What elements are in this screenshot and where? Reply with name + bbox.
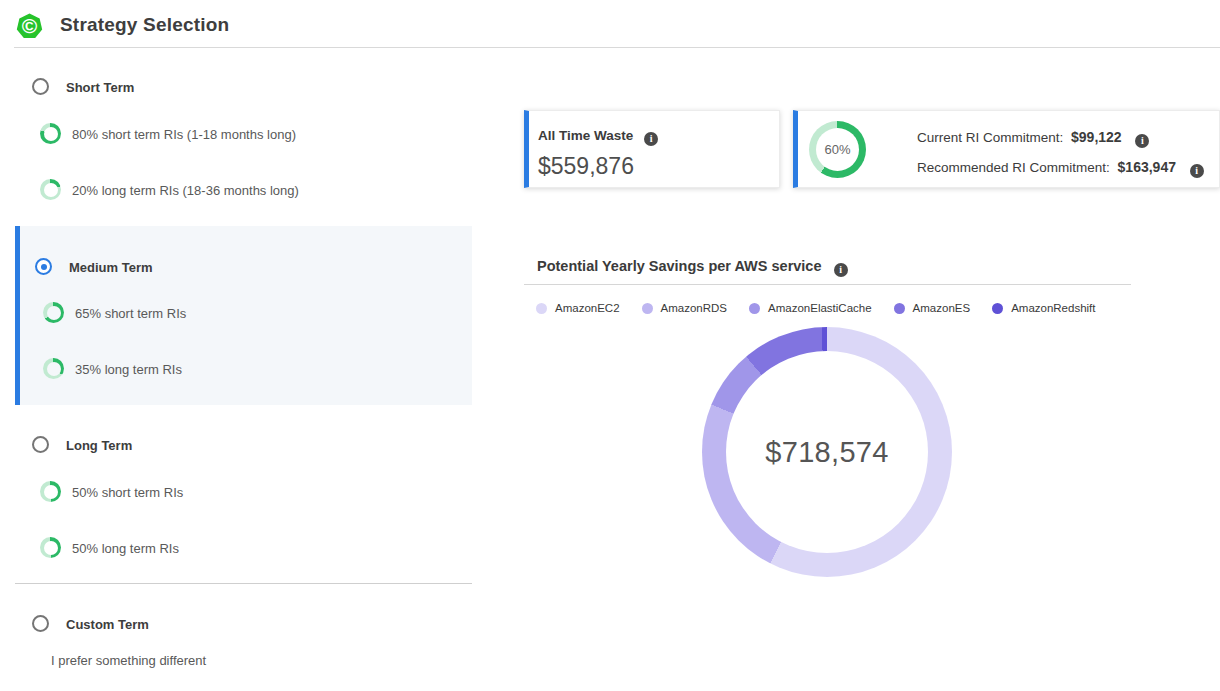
option-label-custom-term[interactable]: Custom Term <box>66 617 149 632</box>
radio-long-term[interactable] <box>32 436 49 453</box>
legend-dot-icon <box>749 303 760 314</box>
donut-center-value: $718,574 <box>702 327 952 577</box>
ratio-ring-icon <box>40 123 61 144</box>
legend-item[interactable]: AmazonEC2 <box>536 302 620 314</box>
commitment-gauge-label: 60% <box>809 142 866 157</box>
legend-label: AmazonES <box>913 302 971 314</box>
page-title: Strategy Selection <box>60 14 229 36</box>
donut-total: $718,574 <box>765 436 888 469</box>
ri-commitment-card: 60% Current RI Commitment: $99,122 i Rec… <box>793 110 1220 188</box>
sub-option-label: 50% short term RIs <box>72 485 183 500</box>
recommended-ri-commitment-row: Recommended RI Commitment: $163,947 i <box>917 159 1204 178</box>
header-divider <box>14 47 1220 48</box>
current-ri-commitment-row: Current RI Commitment: $99,122 i <box>917 129 1149 148</box>
all-time-waste-value: $559,876 <box>538 153 634 180</box>
ratio-ring-icon <box>40 179 61 200</box>
chart-title: Potential Yearly Savings per AWS service… <box>537 258 848 277</box>
sub-option-label: 20% long term RIs (18-36 months long) <box>72 183 299 198</box>
legend-dot-icon <box>992 303 1003 314</box>
strategy-selection-page: © Strategy Selection Short Term 80% shor… <box>0 0 1220 691</box>
info-icon[interactable]: i <box>1190 164 1204 178</box>
ratio-ring-icon <box>43 358 64 379</box>
chart-legend: AmazonEC2 AmazonRDS AmazonElastiCache Am… <box>536 302 1096 314</box>
all-time-waste-label: All Time Waste <box>538 128 633 143</box>
recommended-ri-value: $163,947 <box>1118 159 1176 175</box>
chart-title-text: Potential Yearly Savings per AWS service <box>537 258 822 274</box>
option-label-long-term[interactable]: Long Term <box>66 438 132 453</box>
ratio-ring-icon <box>43 302 64 323</box>
all-time-waste-card: All Time Waste i $559,876 <box>524 110 780 188</box>
option-label-medium-term[interactable]: Medium Term <box>69 260 153 275</box>
sub-option-label: 35% long term RIs <box>75 362 182 377</box>
legend-dot-icon <box>642 303 653 314</box>
sub-option-label: 65% short term RIs <box>75 306 186 321</box>
chart-divider <box>524 284 1131 285</box>
legend-label: AmazonElastiCache <box>768 302 872 314</box>
app-logo-icon: © <box>16 13 43 40</box>
option-label-short-term[interactable]: Short Term <box>66 80 134 95</box>
legend-dot-icon <box>536 303 547 314</box>
info-icon[interactable]: i <box>1135 134 1149 148</box>
legend-dot-icon <box>894 303 905 314</box>
info-icon[interactable]: i <box>834 263 848 277</box>
legend-item[interactable]: AmazonRDS <box>642 302 727 314</box>
ratio-ring-icon <box>40 481 61 502</box>
current-ri-value: $99,122 <box>1071 129 1122 145</box>
legend-item[interactable]: AmazonES <box>894 302 971 314</box>
sub-option-label: 50% long term RIs <box>72 541 179 556</box>
recommended-ri-label: Recommended RI Commitment: <box>917 160 1110 175</box>
legend-item[interactable]: AmazonRedshift <box>992 302 1095 314</box>
radio-custom-term[interactable] <box>32 615 49 632</box>
section-divider <box>15 583 472 584</box>
sub-option-label: 80% short term RIs (1-18 months long) <box>72 127 296 142</box>
info-icon[interactable]: i <box>644 132 658 146</box>
radio-short-term[interactable] <box>32 78 49 95</box>
legend-label: AmazonRedshift <box>1011 302 1095 314</box>
custom-term-note: I prefer something different <box>51 653 206 668</box>
radio-medium-term[interactable] <box>35 258 52 275</box>
legend-label: AmazonEC2 <box>555 302 620 314</box>
ratio-ring-icon <box>40 537 61 558</box>
all-time-waste-title: All Time Waste i <box>538 128 658 146</box>
legend-label: AmazonRDS <box>661 302 727 314</box>
current-ri-label: Current RI Commitment: <box>917 130 1063 145</box>
legend-item[interactable]: AmazonElastiCache <box>749 302 872 314</box>
